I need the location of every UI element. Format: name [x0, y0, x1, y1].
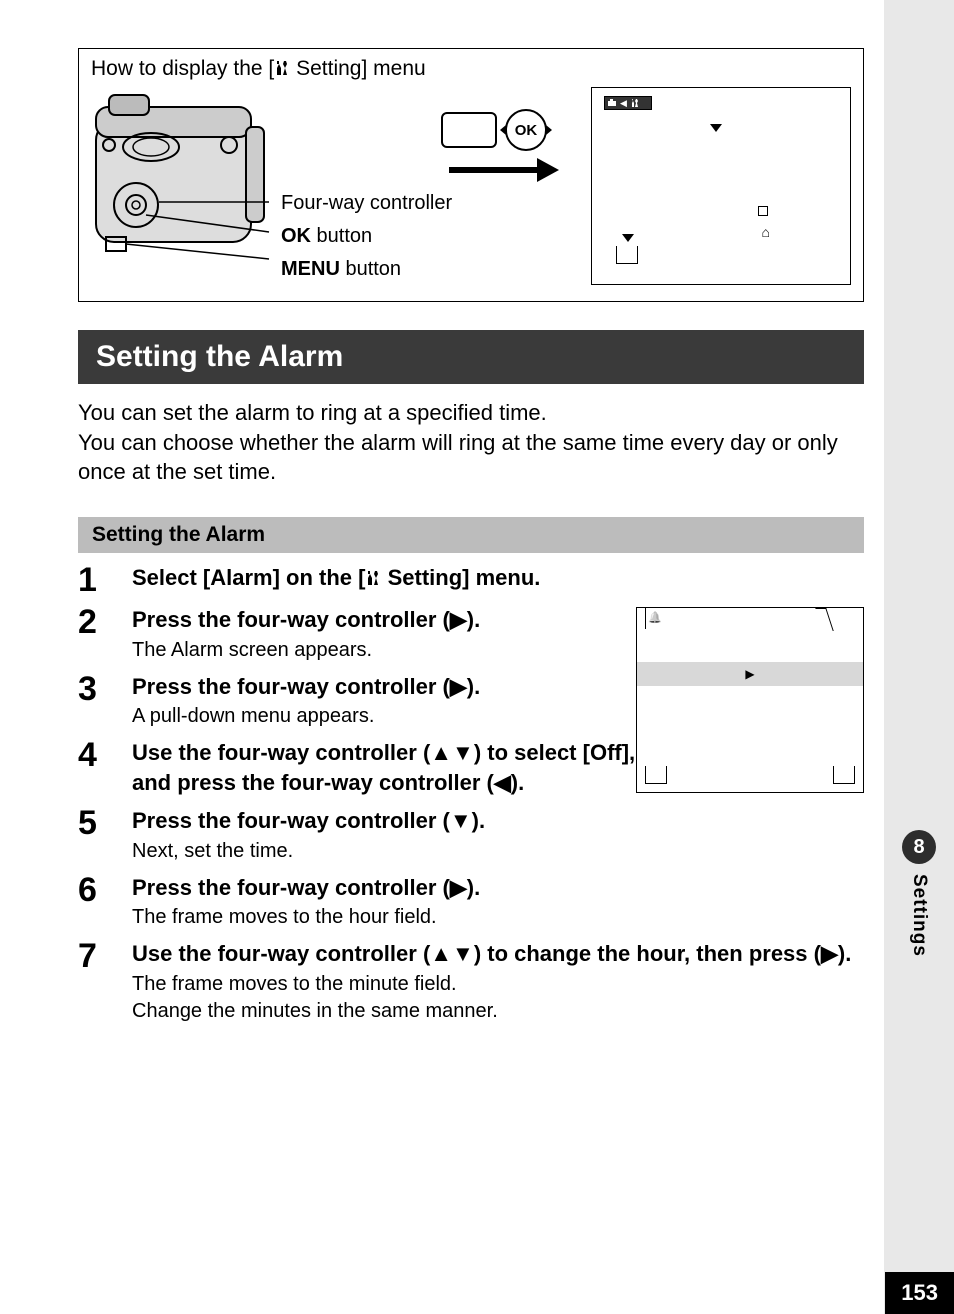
step-title: Press the four-way controller (▶).: [132, 605, 572, 635]
howto-box: How to display the [ Setting] menu: [78, 48, 864, 302]
step-title: Press the four-way controller (▼).: [132, 806, 864, 836]
step-title: Press the four-way controller (▶).: [132, 672, 572, 702]
page-number: 153: [885, 1272, 954, 1314]
step-7: 7 Use the four-way controller (▲▼) to ch…: [78, 939, 864, 1025]
step-number: 7: [78, 939, 132, 1025]
bottom-right-tab-icon: [833, 766, 855, 784]
bottom-tab-icon: [616, 246, 638, 264]
step-number: 2: [78, 605, 132, 664]
ok-button-icon: OK: [505, 109, 547, 151]
alarm-screen-preview: ▶: [636, 607, 864, 793]
menu-button-icon: [441, 112, 497, 148]
step-title: Press the four-way controller (▶).: [132, 873, 864, 903]
tool-mini-icon: [630, 98, 640, 108]
label-ok: OK button: [281, 225, 452, 248]
howto-title-pre: How to display the [: [91, 57, 274, 80]
step-sub: The Alarm screen appears.: [132, 637, 572, 664]
section-header: Setting the Alarm: [78, 330, 864, 384]
step-number: 5: [78, 806, 132, 865]
step-sub: The frame moves to the minute field. Cha…: [132, 971, 864, 1025]
howto-title-post: Setting] menu: [290, 57, 425, 80]
step-sub: The frame moves to the hour field.: [132, 904, 864, 931]
label-menu: MENU button: [281, 258, 452, 281]
bell-icon: [650, 613, 662, 625]
step-sub: A pull-down menu appears.: [132, 703, 572, 730]
square-icon: [758, 206, 768, 216]
triangle-down-icon: [622, 234, 634, 242]
step-title: Select [Alarm] on the [ Setting] menu.: [132, 563, 864, 593]
side-tab: 8 Settings: [884, 820, 954, 1020]
step-sub: Next, set the time.: [132, 838, 864, 865]
step-6: 6 Press the four-way controller (▶). The…: [78, 873, 864, 932]
middle-indicator: OK: [429, 109, 559, 177]
camera-icon: [607, 98, 617, 108]
step-number: 1: [78, 563, 132, 597]
screen-topbar: ◀: [604, 96, 652, 110]
down-arrow-icon: [710, 124, 722, 132]
settings-tool-icon: [365, 569, 381, 587]
arrow-right-icon: [449, 163, 559, 177]
howto-title: How to display the [ Setting] menu: [91, 57, 851, 81]
camera-illustration: [91, 87, 271, 262]
settings-tool-icon: [274, 59, 290, 77]
chapter-badge: 8: [902, 830, 936, 864]
alarm-tab: [645, 607, 825, 629]
intro-text: You can set the alarm to ring at a speci…: [78, 398, 864, 487]
step-number: 6: [78, 873, 132, 932]
step-1: 1 Select [Alarm] on the [ Setting] menu.: [78, 563, 864, 597]
alarm-row-highlight: ▶: [637, 662, 863, 686]
step-5: 5 Press the four-way controller (▼). Nex…: [78, 806, 864, 865]
side-label: Settings: [908, 874, 930, 957]
step-number: 3: [78, 672, 132, 731]
label-fourway: Four-way controller: [281, 192, 452, 215]
camera-labels: Four-way controller OK button MENU butto…: [281, 87, 452, 281]
house-icon: ⌂: [762, 224, 770, 240]
step-title: Use the four-way controller (▲▼) to chan…: [132, 939, 864, 969]
manual-page: How to display the [ Setting] menu: [0, 0, 884, 1314]
menu-screen-preview: ◀ ⌂: [591, 87, 851, 285]
steps-list: 1 Select [Alarm] on the [ Setting] menu.…: [78, 563, 864, 1025]
step-number: 4: [78, 738, 132, 797]
sub-header: Setting the Alarm: [78, 517, 864, 553]
bottom-left-tab-icon: [645, 766, 667, 784]
